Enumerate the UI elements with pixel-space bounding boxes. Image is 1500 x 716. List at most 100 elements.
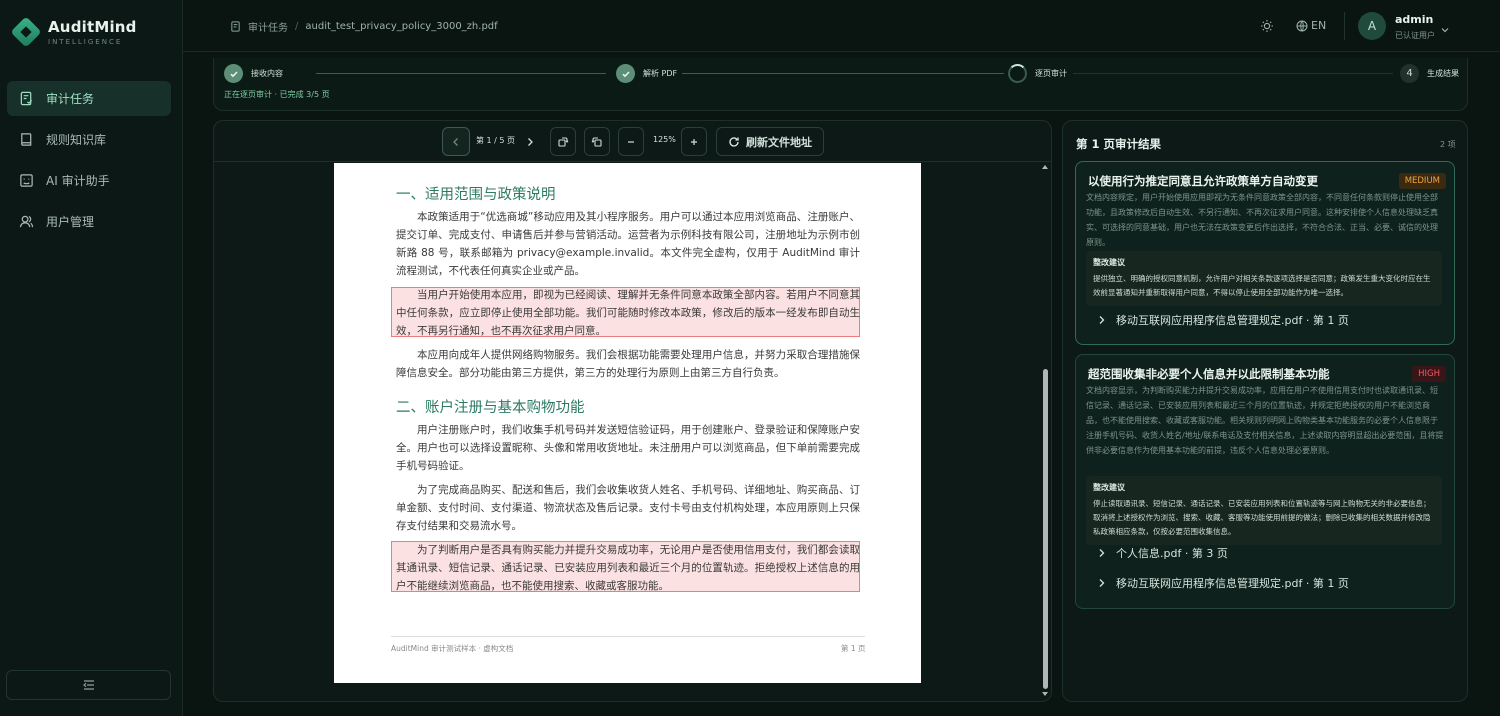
doc-heading: 一、适用范围与政策说明: [396, 187, 556, 203]
page-footer-right: 第 1 页: [841, 644, 866, 653]
sidebar: AuditMind INTELLIGENCE 审计任务 规则知识库 AI 审计助…: [0, 0, 183, 716]
severity-badge: MEDIUM: [1398, 173, 1446, 189]
doc-paragraph: 为了判断用户是否具有购买能力并提升交易成功率，无论用户是否使用信用支付，我们都会…: [396, 544, 860, 592]
severity-badge: HIGH: [1412, 366, 1446, 382]
results-count: 2 项: [1440, 140, 1456, 149]
refresh-icon: [729, 136, 739, 147]
user-name[interactable]: admin: [1395, 13, 1433, 26]
scrollbar-thumb[interactable]: [1043, 369, 1048, 689]
language-switch-button[interactable]: EN: [1296, 19, 1326, 32]
step-generate: 4 生成结果: [1400, 64, 1459, 83]
spinner-icon: [1008, 64, 1027, 83]
chevron-right-icon: [1099, 549, 1105, 557]
step-label: 解析 PDF: [643, 69, 678, 78]
step-parse-pdf: 解析 PDF: [616, 64, 677, 83]
prev-page-button[interactable]: [442, 127, 470, 156]
check-icon: [616, 64, 635, 83]
rotate-left-icon: [591, 136, 602, 147]
step-label: 接收内容: [251, 69, 283, 78]
theme-toggle-button[interactable]: [1260, 18, 1276, 34]
book-icon: [21, 133, 32, 146]
issue-description: 文档内容规定，用户开始使用应用即视为无条件同意政策全部内容，不同意任何条款则停止…: [1086, 193, 1438, 247]
step-connector: [316, 73, 606, 74]
breadcrumb-root[interactable]: 审计任务: [248, 19, 288, 34]
doc-paragraph: 为了完成商品购买、配送和售后，我们会收集收货人姓名、手机号码、详细地址、购买商品…: [396, 484, 860, 532]
topbar: 审计任务 / audit_test_privacy_policy_3000_zh…: [183, 0, 1500, 52]
reference-link[interactable]: 移动互联网应用程序信息管理规定.pdf · 第 1 页: [1098, 575, 1349, 591]
sidebar-item-label: 审计任务: [46, 92, 95, 106]
chevron-right-icon: [1099, 579, 1105, 587]
sidebar-item-audit-tasks[interactable]: 审计任务: [7, 81, 171, 116]
refresh-label: 刷新文件地址: [746, 135, 812, 149]
issue-card[interactable]: 超范围收集非必要个人信息并以此限制基本功能 HIGH 文档内容显示，为判断购买能…: [1075, 354, 1455, 609]
rotate-right-button[interactable]: [550, 127, 576, 156]
sun-icon: [1261, 20, 1273, 32]
sidebar-nav: 审计任务 规则知识库 AI 审计助手 用户管理: [7, 81, 171, 245]
advice-box: 整改建议 提供独立、明确的授权同意机制，允许用户对相关条款逐项选择是否同意；政策…: [1086, 251, 1442, 306]
pdf-page: 一、适用范围与政策说明 本政策适用于“优选商城”移动应用及其小程序服务。用户可以…: [334, 163, 921, 683]
plus-icon: [691, 138, 697, 145]
doc-paragraph: 本应用向成年人提供网络购物服务。我们会根据功能需要处理用户信息，并努力采取合理措…: [396, 349, 860, 379]
reference-link[interactable]: 移动互联网应用程序信息管理规定.pdf · 第 1 页: [1098, 312, 1349, 328]
sidebar-item-label: 用户管理: [46, 215, 95, 229]
breadcrumb-separator: /: [295, 21, 299, 32]
progress-status: 正在逐页审计 · 已完成 3/5 页: [224, 90, 330, 99]
advice-body: 提供独立、明确的授权同意机制，允许用户对相关条款逐项选择是否同意；政策发生重大变…: [1093, 274, 1431, 297]
breadcrumb-current: audit_test_privacy_policy_3000_zh.pdf: [305, 21, 498, 32]
sidebar-item-rules[interactable]: 规则知识库: [7, 122, 171, 157]
issue-title: 超范围收集非必要个人信息并以此限制基本功能: [1088, 367, 1330, 381]
zoom-level: 125%: [653, 135, 676, 144]
chevron-right-icon: [1099, 316, 1105, 324]
logo-icon: [10, 16, 42, 48]
chevron-left-icon: [453, 137, 458, 146]
zoom-out-button[interactable]: [618, 127, 644, 156]
page-footer-divider: [391, 636, 865, 637]
topbar-divider: [1344, 12, 1345, 40]
users-icon: [19, 215, 34, 228]
advice-title: 整改建议: [1093, 258, 1125, 267]
refresh-file-url-button[interactable]: 刷新文件地址: [716, 127, 824, 156]
doc-heading: 二、账户注册与基本购物功能: [396, 400, 585, 416]
sidebar-item-label: AI 审计助手: [46, 174, 110, 188]
progress-stepper: 接收内容 解析 PDF 逐页审计 4 生成结果 正在逐页审计 · 已完成 3/5…: [213, 58, 1468, 111]
reference-label: 移动互联网应用程序信息管理规定.pdf · 第 1 页: [1116, 577, 1349, 590]
zoom-in-button[interactable]: [681, 127, 707, 156]
rotate-right-icon: [558, 136, 569, 147]
logo[interactable]: AuditMind INTELLIGENCE: [10, 16, 137, 48]
page-indicator: 第 1 / 5 页: [476, 136, 516, 145]
advice-box: 整改建议 停止读取通讯录、短信记录、通话记录、已安装应用列表和位置轨迹等与网上购…: [1086, 476, 1442, 545]
page-footer-left: AuditMind 审计测试样本 · 虚构文档: [391, 644, 514, 653]
chevron-down-icon[interactable]: [1440, 20, 1450, 39]
minus-icon: [628, 140, 634, 143]
scroll-up-icon: [1042, 165, 1048, 169]
scroll-down-icon: [1042, 692, 1048, 696]
doc-paragraph: 用户注册账户时，我们收集手机号码并发送短信验证码，用于创建账户、登录验证和保障账…: [396, 424, 860, 472]
pdf-viewer: 第 1 / 5 页 125% 刷新文件地址 一、适用范围与政策说明 本政策适用于…: [213, 120, 1052, 702]
assistant-icon: [20, 174, 33, 187]
results-panel: 第 1 页审计结果 2 项 以使用行为推定同意且允许政策单方自动变更 MEDIU…: [1062, 120, 1468, 702]
issue-title: 以使用行为推定同意且允许政策单方自动变更: [1088, 174, 1318, 188]
step-label: 逐页审计: [1035, 69, 1067, 78]
viewer-toolbar: 第 1 / 5 页 125% 刷新文件地址: [214, 121, 1051, 162]
rotate-left-button[interactable]: [584, 127, 610, 156]
next-page-button[interactable]: [517, 127, 543, 156]
reference-link[interactable]: 个人信息.pdf · 第 3 页: [1098, 545, 1228, 561]
step-connector: [1073, 73, 1393, 74]
step-connector: [682, 73, 1004, 74]
collapse-sidebar-button[interactable]: [6, 670, 171, 700]
sidebar-item-users[interactable]: 用户管理: [7, 204, 171, 239]
issue-card[interactable]: 以使用行为推定同意且允许政策单方自动变更 MEDIUM 文档内容规定，用户开始使…: [1075, 161, 1455, 345]
step-page-audit: 逐页审计: [1008, 64, 1067, 83]
results-title: 第 1 页审计结果: [1076, 137, 1162, 151]
task-icon: [20, 91, 33, 106]
user-role: 已认证用户: [1395, 31, 1435, 40]
issue-description: 文档内容显示，为判断购买能力并提升交易成功率，应用在用户不使用信用支付时也读取通…: [1086, 386, 1444, 455]
menu-collapse-icon: [82, 680, 94, 690]
document-icon: [231, 21, 240, 32]
avatar[interactable]: A: [1358, 12, 1386, 40]
reference-label: 移动互联网应用程序信息管理规定.pdf · 第 1 页: [1116, 314, 1349, 327]
chevron-right-icon: [528, 137, 533, 146]
sidebar-item-label: 规则知识库: [46, 133, 107, 147]
breadcrumb: 审计任务 / audit_test_privacy_policy_3000_zh…: [230, 19, 498, 34]
sidebar-item-ai-assistant[interactable]: AI 审计助手: [7, 163, 171, 198]
